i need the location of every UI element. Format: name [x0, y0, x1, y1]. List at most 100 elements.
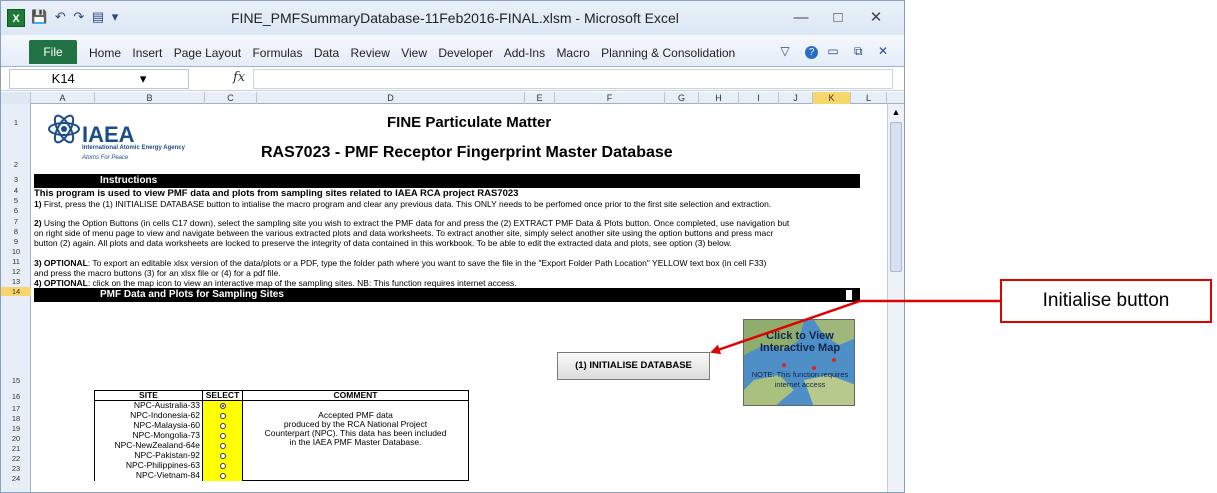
- row-header[interactable]: 22: [1, 454, 31, 463]
- name-box-dropdown-icon[interactable]: ▾: [140, 71, 147, 86]
- site-table: SITE SELECT COMMENT NPC-Australia-33 Acc…: [94, 390, 469, 481]
- help-icon[interactable]: ?: [804, 46, 818, 59]
- row-header[interactable]: 1: [1, 118, 31, 127]
- row-header[interactable]: 21: [1, 444, 31, 453]
- tab-insert[interactable]: Insert: [132, 46, 162, 60]
- ribbon-right-icons: ▽ ? ▭ ⧉ ✕: [780, 44, 894, 59]
- col-header-b[interactable]: B: [95, 92, 205, 104]
- row-header[interactable]: 2: [1, 160, 31, 169]
- col-header-f[interactable]: F: [555, 92, 665, 104]
- scroll-up-icon[interactable]: ▲: [891, 107, 901, 117]
- col-header-k[interactable]: K: [813, 92, 851, 104]
- col-header-e[interactable]: E: [525, 92, 555, 104]
- site-radio[interactable]: [202, 450, 243, 461]
- row-header[interactable]: 13: [1, 277, 31, 286]
- tab-add-ins[interactable]: Add-Ins: [504, 46, 545, 60]
- site-radio[interactable]: [202, 440, 243, 451]
- workbook-close-icon[interactable]: ✕: [878, 44, 894, 58]
- selected-cell-k14[interactable]: [844, 288, 854, 302]
- instruction-2: 2) Using the Option Buttons (in cells C1…: [34, 218, 790, 228]
- tab-formulas[interactable]: Formulas: [252, 46, 302, 60]
- col-header-j[interactable]: J: [779, 92, 813, 104]
- row-header[interactable]: 7: [1, 217, 31, 226]
- site-radio[interactable]: [202, 470, 243, 481]
- row-header[interactable]: 12: [1, 267, 31, 276]
- site-radio[interactable]: [202, 410, 243, 421]
- row-header[interactable]: 6: [1, 206, 31, 215]
- workbook-minimize-icon[interactable]: ▭: [827, 44, 844, 58]
- redo-icon[interactable]: ↷: [73, 9, 86, 24]
- scroll-thumb[interactable]: [890, 122, 902, 272]
- row-header[interactable]: 4: [1, 186, 31, 195]
- col-header-g[interactable]: G: [665, 92, 699, 104]
- row-header[interactable]: 10: [1, 247, 31, 256]
- maximize-button[interactable]: □: [823, 7, 853, 29]
- customize-qat-icon[interactable]: ▾: [112, 9, 121, 24]
- radio-icon[interactable]: [219, 422, 226, 429]
- tab-review[interactable]: Review: [351, 46, 390, 60]
- col-select: SELECT: [202, 390, 243, 401]
- tab-page-layout[interactable]: Page Layout: [174, 46, 241, 60]
- row-header[interactable]: 19: [1, 424, 31, 433]
- col-header-l[interactable]: L: [851, 92, 887, 104]
- row-header[interactable]: 14: [1, 287, 31, 296]
- row-header[interactable]: 9: [1, 237, 31, 246]
- minimize-button[interactable]: —: [786, 7, 816, 29]
- col-header-c[interactable]: C: [205, 92, 257, 104]
- chart-icon[interactable]: ▤: [92, 9, 106, 24]
- col-header-i[interactable]: I: [739, 92, 779, 104]
- close-button[interactable]: ✕: [861, 7, 891, 29]
- excel-app-icon[interactable]: X: [7, 9, 25, 27]
- tab-view[interactable]: View: [401, 46, 427, 60]
- radio-icon[interactable]: [219, 442, 226, 449]
- tab-data[interactable]: Data: [314, 46, 339, 60]
- formula-input[interactable]: [253, 69, 893, 89]
- tab-macro[interactable]: Macro: [556, 46, 589, 60]
- file-tab[interactable]: File: [29, 40, 77, 64]
- initialise-database-button[interactable]: (1) INITIALISE DATABASE: [557, 352, 710, 380]
- col-header-d[interactable]: D: [257, 92, 525, 104]
- tab-home[interactable]: Home: [89, 46, 121, 60]
- interactive-map-button[interactable]: Click to View Interactive Map NOTE: This…: [743, 319, 855, 406]
- col-header-h[interactable]: H: [699, 92, 739, 104]
- insert-function-icon[interactable]: fx: [233, 70, 245, 85]
- row-header[interactable]: 16: [1, 392, 31, 401]
- site-radio[interactable]: [202, 460, 243, 471]
- row-header[interactable]: 20: [1, 434, 31, 443]
- site-name: NPC-Australia-33: [94, 400, 203, 411]
- workbook-restore-icon[interactable]: ⧉: [854, 44, 869, 58]
- row-header[interactable]: 15: [1, 376, 31, 385]
- tab-developer[interactable]: Developer: [438, 46, 493, 60]
- site-name: NPC-Philippines-63: [94, 460, 203, 471]
- row-header[interactable]: 5: [1, 196, 31, 205]
- logo-motto: Atoms For Peace: [82, 155, 129, 161]
- tab-planning-consolidation[interactable]: Planning & Consolidation: [601, 46, 735, 60]
- sheet-title: FINE Particulate Matter: [387, 114, 552, 131]
- radio-icon[interactable]: [219, 452, 226, 459]
- ribbon-collapse-icon[interactable]: ▽: [780, 44, 795, 58]
- name-box[interactable]: K14 ▾: [9, 69, 189, 89]
- excel-window: X 💾 ↶ ↷ ▤ ▾ FINE_PMFSummaryDatabase-11Fe…: [0, 0, 905, 493]
- site-radio[interactable]: [202, 420, 243, 431]
- row-header[interactable]: 24: [1, 474, 31, 483]
- row-header[interactable]: 11: [1, 257, 31, 266]
- site-radio[interactable]: [202, 400, 243, 411]
- row-header[interactable]: 18: [1, 414, 31, 423]
- site-radio[interactable]: [202, 430, 243, 441]
- map-note: NOTE: This function requires internet ac…: [751, 370, 849, 389]
- radio-selected-icon[interactable]: [219, 403, 226, 409]
- select-all-corner[interactable]: [1, 92, 31, 104]
- row-header[interactable]: 17: [1, 404, 31, 413]
- row-header[interactable]: 3: [1, 175, 31, 184]
- instruction-3: 3) OPTIONAL: To export an editable xlsx …: [34, 258, 767, 268]
- row-header[interactable]: 23: [1, 464, 31, 473]
- undo-icon[interactable]: ↶: [55, 9, 68, 24]
- radio-icon[interactable]: [219, 432, 226, 439]
- radio-icon[interactable]: [219, 412, 226, 419]
- vertical-scrollbar[interactable]: ▲: [887, 104, 904, 492]
- radio-icon[interactable]: [219, 462, 226, 469]
- radio-icon[interactable]: [219, 472, 226, 479]
- save-icon[interactable]: 💾: [31, 9, 49, 24]
- row-header[interactable]: 8: [1, 227, 31, 236]
- col-header-a[interactable]: A: [31, 92, 95, 104]
